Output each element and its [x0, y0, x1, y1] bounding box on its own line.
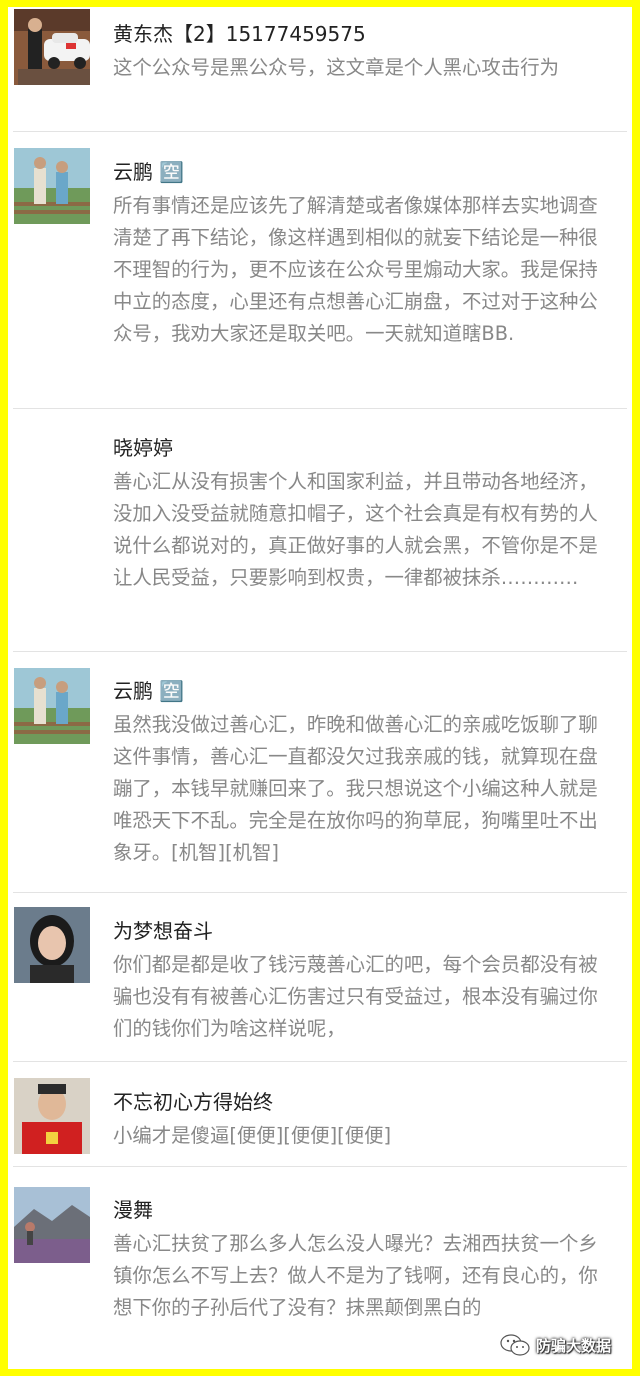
comment-text: 你们都是都是收了钱污蔑善心汇的吧，每个会员都没有被骗也没有有被善心汇伤害过只有受…: [113, 953, 598, 1040]
avatar[interactable]: [14, 907, 90, 983]
comment-item: 黄东杰【2】15177459575 这个公众号是黑公众号，这文章是个人黑心攻击行…: [8, 7, 632, 132]
commenter-name[interactable]: 晓婷婷: [113, 434, 173, 462]
landscape-avatar-icon: [14, 1187, 90, 1263]
comment-item: 晓婷婷 善心汇从没有损害个人和国家利益，并且带动各地经济，没加入没受益就随意扣帽…: [8, 409, 632, 652]
avatar[interactable]: [14, 1187, 90, 1263]
avatar[interactable]: [14, 425, 90, 501]
comment-text: 虽然我没做过善心汇，昨晚和做善心汇的亲戚吃饭聊了聊这件事情，善心汇一直都没欠过我…: [113, 713, 598, 864]
comments-panel: 黄东杰【2】15177459575 这个公众号是黑公众号，这文章是个人黑心攻击行…: [8, 7, 632, 1369]
comment-item: 为梦想奋斗 你们都是都是收了钱污蔑善心汇的吧，每个会员都没有被骗也没有有被善心汇…: [8, 893, 632, 1062]
comment-text: 善心汇扶贫了那么多人怎么没人曝光？去湘西扶贫一个乡镇你怎么不写上去？做人不是为了…: [113, 1232, 598, 1319]
avatar[interactable]: [14, 668, 90, 744]
comment-text: 善心汇从没有损害个人和国家利益，并且带动各地经济，没加入没受益就随意扣帽子，这个…: [113, 470, 598, 589]
commenter-name[interactable]: 黄东杰【2】15177459575: [113, 20, 366, 48]
commenter-name[interactable]: 云鹏 🈳: [113, 158, 184, 186]
comment-text: 这个公众号是黑公众号，这文章是个人黑心攻击行为: [113, 56, 559, 79]
avatar[interactable]: [14, 148, 90, 224]
commenter-name[interactable]: 不忘初心方得始终: [113, 1088, 273, 1116]
commenter-name[interactable]: 云鹏 🈳: [113, 677, 184, 705]
watermark: 防骗大数据: [500, 1332, 611, 1358]
couple-outdoor-avatar-icon: [14, 668, 90, 744]
woman-portrait-avatar-icon: [14, 907, 90, 983]
watermark-text: 防骗大数据: [536, 1336, 612, 1355]
comment-item: 不忘初心方得始终 小编才是傻逼[便便][便便][便便]: [8, 1062, 632, 1167]
comment-text: 小编才是傻逼[便便][便便][便便]: [113, 1124, 392, 1147]
comment-text: 所有事情还是应该先了解清楚或者像媒体那样去实地调查清楚了再下结论，像这样遇到相似…: [113, 194, 598, 345]
avatar[interactable]: [14, 9, 90, 85]
commenter-name[interactable]: 漫舞: [113, 1196, 153, 1224]
couple-outdoor-avatar-icon: [14, 148, 90, 224]
man-red-shirt-avatar-icon: [14, 1078, 90, 1154]
comment-item: 云鹏 🈳 虽然我没做过善心汇，昨晚和做善心汇的亲戚吃饭聊了聊这件事情，善心汇一直…: [8, 652, 632, 893]
avatar[interactable]: [14, 1078, 90, 1154]
car-wedding-avatar-icon: [14, 9, 90, 85]
blank-avatar-icon: [14, 425, 90, 501]
wechat-icon: [500, 1334, 530, 1356]
commenter-name[interactable]: 为梦想奋斗: [113, 917, 213, 945]
comment-item: 云鹏 🈳 所有事情还是应该先了解清楚或者像媒体那样去实地调查清楚了再下结论，像这…: [8, 132, 632, 409]
